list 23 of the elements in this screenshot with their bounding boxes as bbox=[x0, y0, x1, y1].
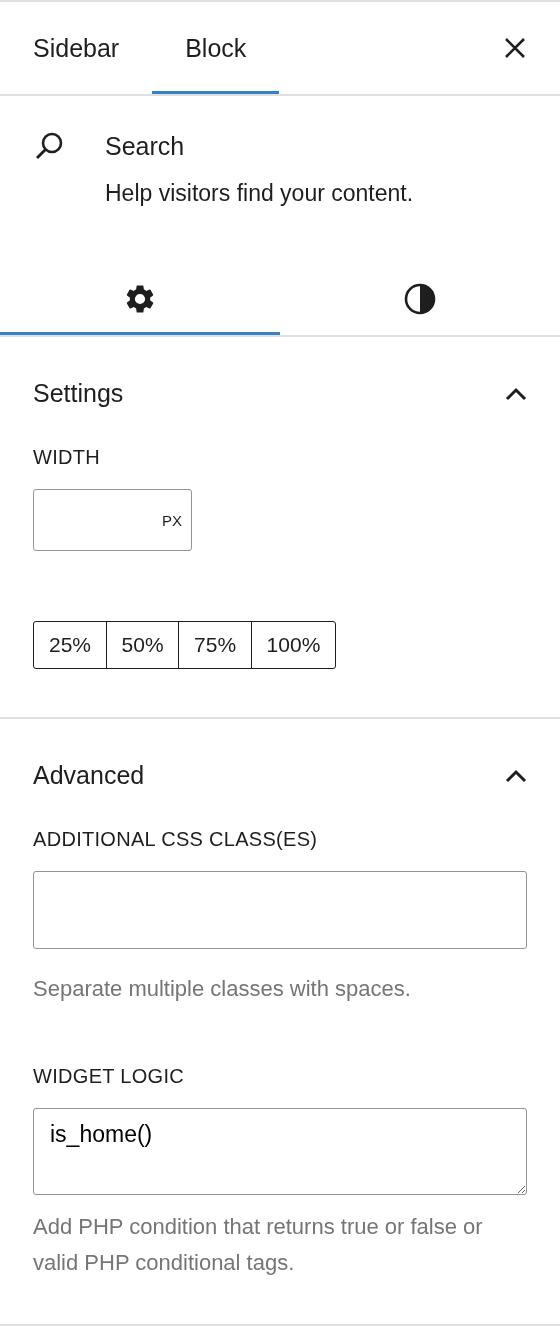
chevron-up-icon bbox=[505, 768, 527, 783]
sidebar-tab[interactable]: Sidebar bbox=[0, 2, 153, 94]
sidebar-tab[interactable]: Block bbox=[152, 2, 280, 94]
field-label: ADDITIONAL CSS CLASS(ES) bbox=[33, 828, 319, 851]
chevron-up-icon bbox=[505, 386, 527, 401]
percent-button[interactable]: 75% bbox=[178, 621, 253, 669]
field-label: WIDGET LOGIC bbox=[33, 1065, 186, 1088]
field-label: WIDTH bbox=[33, 446, 102, 469]
percent-button[interactable]: 100% bbox=[250, 621, 337, 669]
help-text: Add PHP condition that returns true or false or valid PHP conditional tags. bbox=[33, 1213, 484, 1277]
unit-label: PX bbox=[162, 511, 182, 529]
panel-toggle[interactable]: Advanced bbox=[33, 719, 527, 790]
block-description: Help visitors find your content. bbox=[105, 180, 415, 207]
half-circle-icon bbox=[403, 282, 437, 316]
width-input[interactable]: PX bbox=[33, 489, 192, 551]
percent-button[interactable]: 25% bbox=[33, 621, 108, 669]
panel-toggle[interactable]: Settings bbox=[33, 337, 527, 408]
percent-button[interactable]: 50% bbox=[105, 621, 180, 669]
block-title: Search bbox=[105, 131, 186, 161]
css-class-input[interactable] bbox=[33, 871, 527, 949]
widget-logic-input[interactable]: is_home() bbox=[33, 1108, 527, 1195]
help-text: Separate multiple classes with spaces. bbox=[33, 975, 412, 1003]
close-icon bbox=[504, 37, 526, 59]
